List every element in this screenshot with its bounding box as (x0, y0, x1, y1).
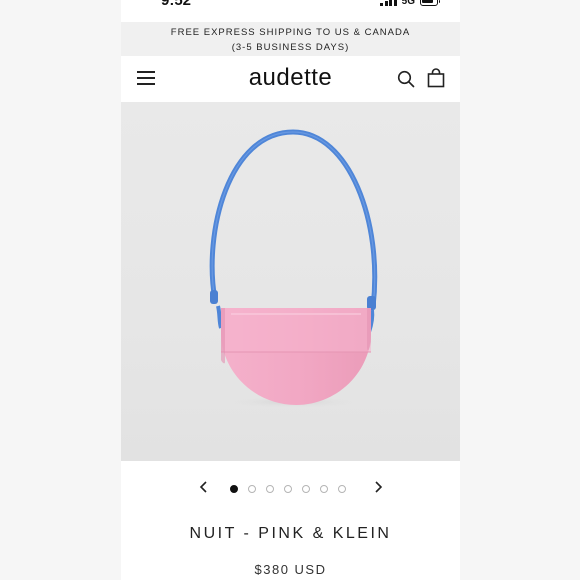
product-title: NUIT - PINK & KLEIN (189, 525, 392, 542)
chevron-left-icon[interactable] (197, 480, 211, 494)
image-carousel-nav (121, 478, 460, 500)
carousel-dot[interactable] (320, 485, 328, 493)
product-price: $380 USD (254, 562, 327, 577)
carousel-dot[interactable] (266, 485, 274, 493)
carousel-dots (230, 485, 346, 493)
promo-banner[interactable]: FREE EXPRESS SHIPPING TO US & CANADA (3-… (121, 22, 460, 56)
carousel-dot[interactable] (284, 485, 292, 493)
network-label: 5G (401, 0, 415, 7)
status-time: 9:52 (161, 0, 192, 9)
carousel-dot[interactable] (230, 485, 238, 493)
signal-icon (380, 0, 397, 6)
promo-line-1: FREE EXPRESS SHIPPING TO US & CANADA (170, 27, 411, 38)
carousel-dot[interactable] (248, 485, 256, 493)
handbag-image (209, 129, 378, 408)
battery-icon (420, 0, 440, 6)
carousel-dot[interactable] (338, 485, 346, 493)
site-header: audette (121, 56, 460, 102)
status-icons: 5G (380, 0, 440, 8)
carousel-dot[interactable] (302, 485, 310, 493)
promo-line-2: (3-5 BUSINESS DAYS) (231, 42, 350, 53)
phone-screen: 9:52 5G FREE EXPRESS SHIPPING TO US & CA… (121, 0, 460, 580)
chevron-right-icon[interactable] (371, 480, 385, 494)
search-icon[interactable] (397, 70, 415, 88)
status-bar: 9:52 5G (121, 0, 460, 22)
product-image[interactable] (121, 102, 460, 461)
shopping-bag-icon[interactable] (427, 68, 445, 88)
